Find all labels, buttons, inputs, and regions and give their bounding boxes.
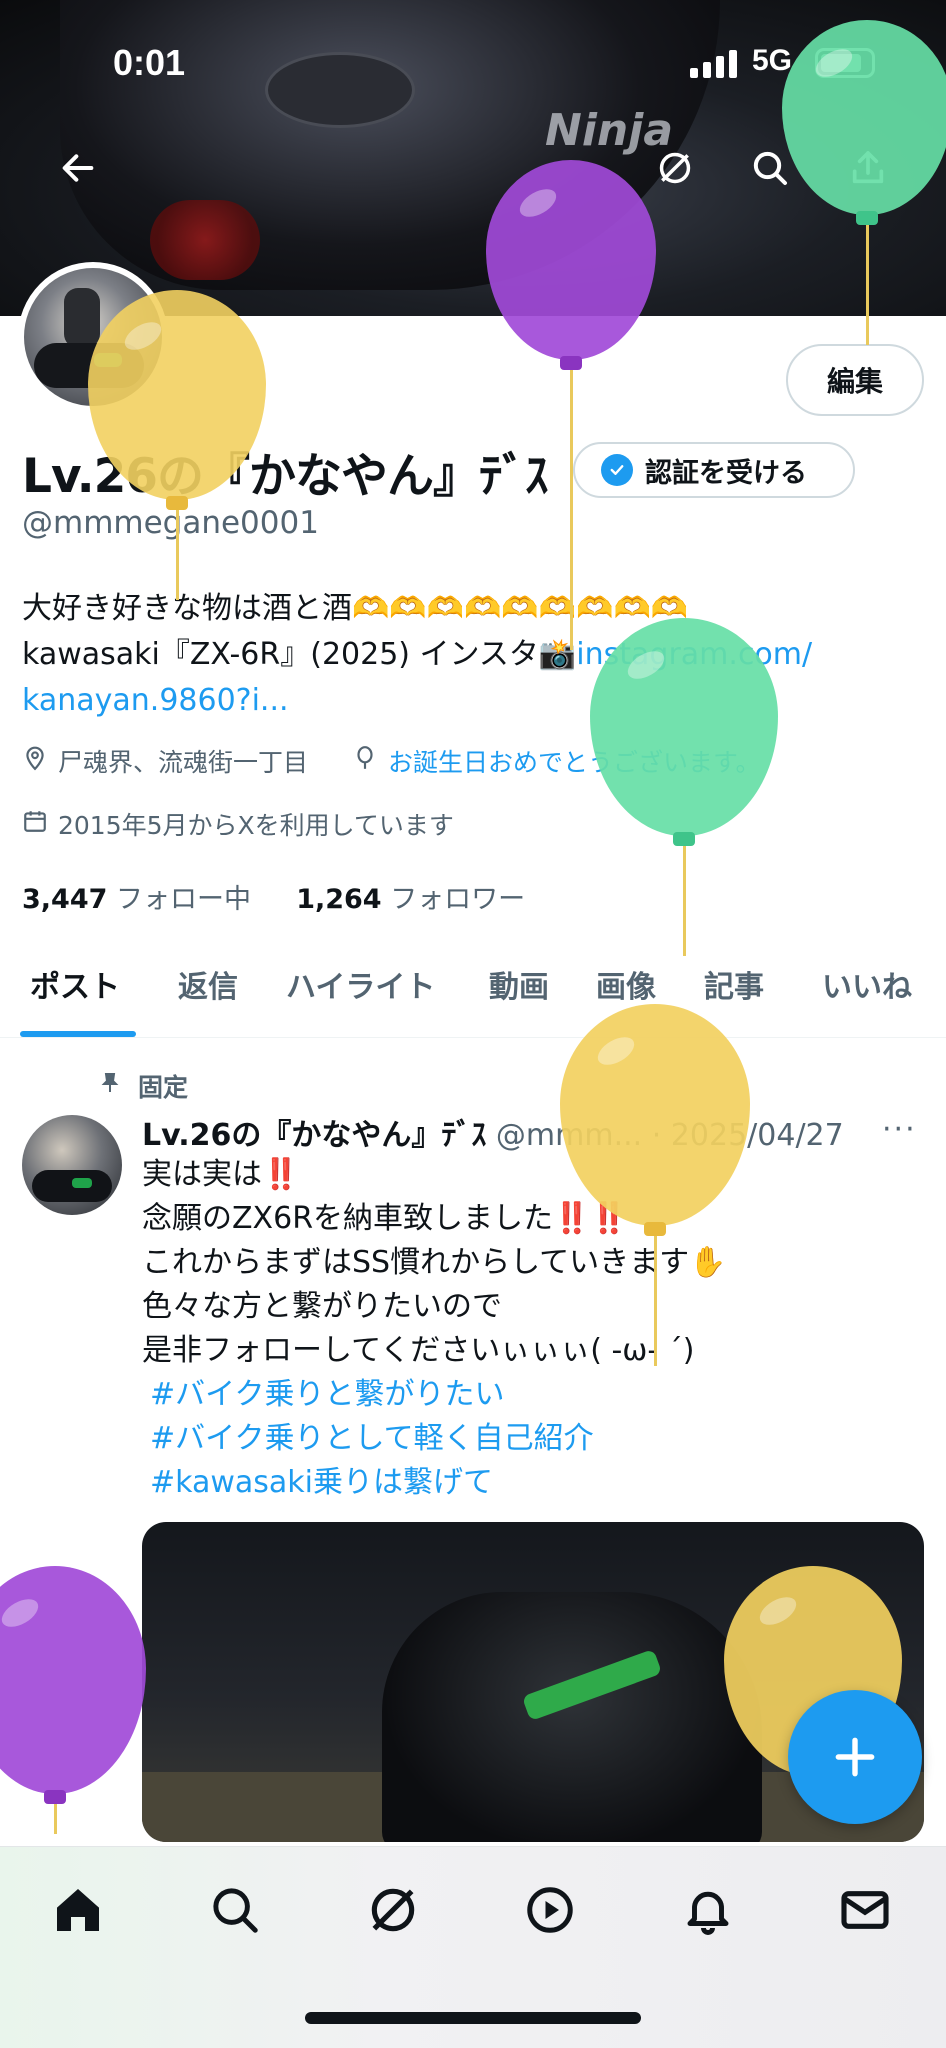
- media-motorcycle: [382, 1592, 762, 1842]
- banner-red-accent: [150, 200, 260, 280]
- following-count: 3,447: [22, 884, 108, 915]
- messages-icon[interactable]: [830, 1875, 900, 1945]
- get-verified-button[interactable]: 認証を受ける: [573, 442, 855, 498]
- active-tab-indicator: [20, 1031, 136, 1037]
- compose-plus-icon[interactable]: [788, 1690, 922, 1824]
- tweet-body: 実は実は‼️ 念願のZX6Rを納車致しました‼️‼️ これからまずはSS慣れから…: [142, 1153, 922, 1505]
- tweet-line: 是非フォローしてくださいぃぃぃ( -ω- ´): [142, 1333, 695, 1368]
- tab-posts[interactable]: ポスト: [30, 962, 120, 1006]
- network-type: 5G: [752, 44, 793, 77]
- profile-handle: @mmmegane0001: [22, 505, 319, 541]
- followers-label: フォロワー: [390, 884, 526, 915]
- tab-articles[interactable]: 記事: [704, 962, 764, 1006]
- video-icon[interactable]: [515, 1875, 585, 1945]
- tweet-line: 実は実は‼️: [142, 1157, 300, 1192]
- following-link[interactable]: 3,447 フォロー中: [22, 884, 251, 915]
- hashtag-link[interactable]: #バイク乗りとして軽く自己紹介: [142, 1417, 922, 1461]
- location-icon: [22, 745, 48, 777]
- tweet-line: 色々な方と繋がりたいので: [142, 1289, 502, 1324]
- following-label: フォロー中: [116, 884, 251, 915]
- avatar-rider: [64, 288, 100, 348]
- grok-nav-icon[interactable]: [358, 1875, 428, 1945]
- verified-badge-icon: [601, 454, 633, 486]
- bio-line-1: 大好き好きな物は酒と酒🫶🫶🫶🫶🫶🫶🫶🫶🫶: [22, 591, 689, 626]
- balloon-icon: [352, 745, 378, 777]
- explore-icon[interactable]: [200, 1875, 270, 1945]
- signal-icon: [690, 48, 737, 78]
- tab-highlights[interactable]: ハイライト: [286, 962, 435, 1006]
- hashtag-link[interactable]: #kawasaki乗りは繋げて: [142, 1461, 922, 1505]
- joined-text: 2015年5月からXを利用しています: [58, 811, 454, 840]
- pinned-label: 固定: [98, 1068, 188, 1104]
- tweet-avatar-bike: [32, 1170, 112, 1202]
- pin-icon: [98, 1071, 122, 1101]
- tab-replies[interactable]: 返信: [178, 962, 238, 1006]
- tweet-avatar[interactable]: [22, 1115, 122, 1215]
- bio-line-2: kawasaki『ZX-6R』(2025) インスタ📸instagram.com…: [22, 632, 902, 678]
- joined-row: 2015年5月からXを利用しています: [22, 806, 454, 842]
- location-text: 尸魂界、流魂街一丁目: [58, 748, 309, 777]
- tweet-author-name[interactable]: Lv.26の『かなやん』ﾃﾞｽ: [142, 1118, 486, 1153]
- tweet-more-icon[interactable]: ···: [882, 1112, 917, 1147]
- grok-icon[interactable]: [645, 138, 705, 198]
- calendar-icon: [22, 808, 48, 840]
- pinned-text: 固定: [138, 1073, 189, 1102]
- edit-profile-button[interactable]: 編集: [786, 344, 924, 416]
- status-time: 0:01: [113, 42, 186, 83]
- back-arrow-icon[interactable]: [48, 138, 108, 198]
- followers-link[interactable]: 1,264 フォロワー: [296, 884, 525, 915]
- display-name: Lv.26の『かなやん』ﾃﾞｽ: [22, 449, 549, 504]
- followers-count: 1,264: [296, 884, 382, 915]
- follow-stats: 3,447 フォロー中 1,264 フォロワー: [22, 877, 525, 916]
- tweet-line: 念願のZX6Rを納車致しました‼️‼️: [142, 1201, 628, 1236]
- tab-videos[interactable]: 動画: [489, 962, 549, 1006]
- home-indicator: [305, 2012, 641, 2024]
- get-verified-label: 認証を受ける: [645, 457, 807, 489]
- bio-text: kawasaki『ZX-6R』(2025) インスタ📸: [22, 637, 577, 672]
- profile-tabs: ポスト 返信 ハイライト 動画 画像 記事 いいね: [0, 950, 946, 1038]
- notifications-icon[interactable]: [673, 1875, 743, 1945]
- tweet-line: これからまずはSS慣れからしていきます✋: [142, 1245, 727, 1280]
- home-icon[interactable]: [43, 1875, 113, 1945]
- tab-likes[interactable]: いいね: [822, 962, 912, 1006]
- hashtag-link[interactable]: #バイク乗りと繋がりたい: [142, 1373, 922, 1417]
- tab-images[interactable]: 画像: [596, 962, 656, 1006]
